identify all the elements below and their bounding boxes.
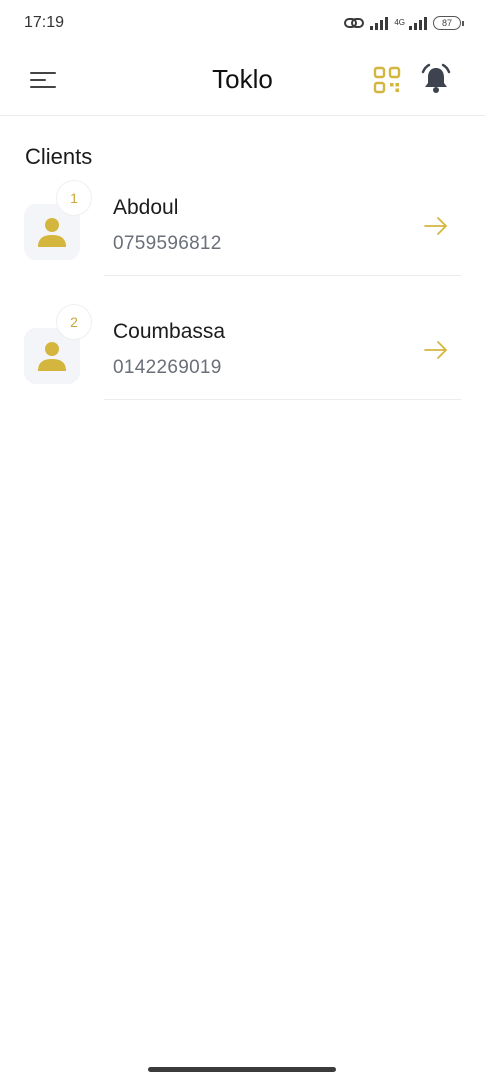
client-name: Abdoul — [113, 196, 179, 219]
client-phone: 0142269019 — [113, 357, 222, 378]
home-indicator[interactable] — [148, 1067, 336, 1072]
section-title: Clients — [25, 144, 93, 169]
network-type: 4G — [394, 18, 405, 27]
person-icon — [38, 342, 66, 371]
app-header: Toklo — [0, 46, 485, 116]
qr-code-icon[interactable] — [373, 66, 401, 94]
battery-icon: 87 — [433, 16, 464, 30]
client-phone: 0759596812 — [113, 233, 222, 254]
signal-icon — [370, 16, 389, 30]
client-name: Coumbassa — [113, 320, 226, 343]
arrow-right-icon[interactable] — [424, 340, 448, 360]
screen: 17:19 4G 87 Toklo Clients 1 Abdoul 07595… — [0, 0, 485, 1080]
app-title: Toklo — [212, 64, 273, 94]
index-badge: 1 — [56, 180, 92, 216]
battery-level: 87 — [441, 18, 452, 28]
row-divider — [104, 399, 461, 400]
bell-icon[interactable] — [420, 63, 452, 95]
index-badge: 2 — [56, 304, 92, 340]
status-icons: 4G 87 — [344, 16, 464, 30]
client-row[interactable]: 1 Abdoul 0759596812 — [24, 180, 461, 276]
link-icon — [344, 18, 365, 28]
client-row[interactable]: 2 Coumbassa 0142269019 — [24, 304, 461, 400]
arrow-right-icon[interactable] — [424, 216, 448, 236]
person-icon — [38, 218, 66, 247]
status-bar: 17:19 4G 87 — [0, 0, 485, 46]
row-divider — [104, 275, 461, 276]
status-time: 17:19 — [24, 14, 65, 31]
signal-icon-2 — [409, 16, 427, 30]
